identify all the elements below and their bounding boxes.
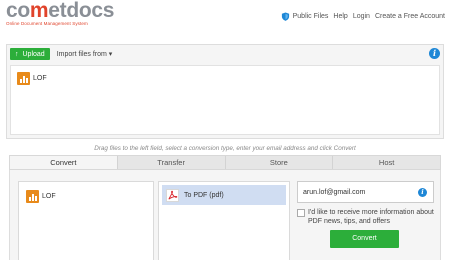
logo-wordmark: cometdocs: [6, 0, 115, 22]
shield-icon: [281, 12, 290, 21]
convert-panel: LOF To PDF (pdf) arun.lof@gmail.com i I'…: [9, 170, 441, 260]
login-link[interactable]: Login: [353, 13, 370, 20]
tab-convert[interactable]: Convert: [10, 156, 117, 169]
upload-arrow-icon: ↑: [15, 50, 19, 58]
info-icon[interactable]: i: [429, 48, 440, 59]
pdf-icon: [166, 188, 179, 202]
file-drop-zone[interactable]: LOF: [10, 65, 440, 135]
upload-area: ↑ Upload Import files from ▾ i LOF: [6, 44, 444, 139]
uploaded-file[interactable]: LOF: [17, 72, 47, 85]
newsletter-label: I'd like to receive more information abo…: [308, 209, 434, 225]
lof-file-icon: [17, 72, 30, 85]
newsletter-checkbox[interactable]: [297, 209, 305, 217]
convert-button[interactable]: Convert: [330, 230, 399, 248]
conversion-option-label: To PDF (pdf): [184, 191, 224, 199]
action-tabs: Convert Transfer Store Host: [9, 155, 441, 170]
upload-button[interactable]: ↑ Upload: [10, 48, 50, 60]
newsletter-opt-in: I'd like to receive more information abo…: [297, 208, 437, 226]
source-file[interactable]: LOF: [26, 190, 56, 203]
source-files-box[interactable]: LOF: [18, 181, 154, 260]
email-value: arun.lof@gmail.com: [303, 188, 366, 196]
conversion-type-box: To PDF (pdf): [158, 181, 290, 260]
top-navigation: Public Files Help Login Create a Free Ac…: [281, 12, 445, 21]
uploaded-file-name: LOF: [33, 75, 47, 82]
source-file-name: LOF: [42, 193, 56, 200]
upload-button-label: Upload: [22, 50, 45, 58]
create-account-link[interactable]: Create a Free Account: [375, 13, 445, 20]
tab-store[interactable]: Store: [224, 156, 333, 169]
tab-host[interactable]: Host: [332, 156, 440, 169]
import-files-dropdown[interactable]: Import files from ▾: [57, 50, 113, 58]
help-link[interactable]: Help: [333, 13, 347, 20]
lof-file-icon: [26, 190, 39, 203]
instructions-hint: Drag files to the left field, select a c…: [94, 145, 356, 152]
conversion-option-pdf[interactable]: To PDF (pdf): [162, 185, 286, 205]
email-field[interactable]: arun.lof@gmail.com i: [297, 181, 434, 203]
upload-toolbar: ↑ Upload Import files from ▾: [7, 45, 443, 63]
info-icon[interactable]: i: [418, 188, 427, 197]
cometdocs-logo[interactable]: cometdocs Online Document Management Sys…: [6, 0, 115, 26]
public-files-link[interactable]: Public Files: [293, 13, 329, 20]
tab-transfer[interactable]: Transfer: [116, 156, 225, 169]
